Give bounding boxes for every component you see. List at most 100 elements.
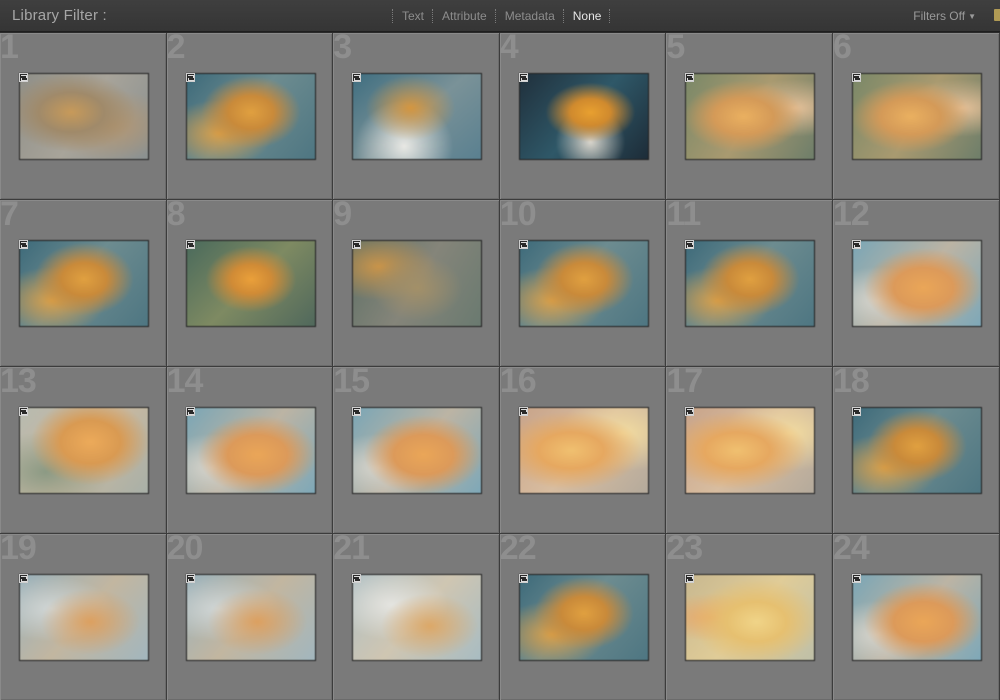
develop-adjustments-icon[interactable] [685, 240, 695, 249]
develop-adjustments-icon[interactable] [851, 240, 861, 249]
develop-adjustments-icon[interactable] [19, 240, 28, 249]
cell-index-number: 9 [333, 200, 352, 233]
grid-cell[interactable]: 18 [832, 367, 999, 533]
filter-mode-text[interactable]: Text [402, 9, 424, 23]
filter-presets-label: Filters Off [913, 9, 966, 23]
cell-index-number: 11 [666, 200, 701, 233]
photo-thumbnail[interactable] [851, 574, 982, 661]
grid-cell[interactable]: 24 [832, 534, 999, 700]
caret-down-icon: ▼ [968, 12, 976, 21]
develop-adjustments-icon[interactable] [352, 574, 362, 583]
develop-adjustments-icon[interactable] [518, 73, 528, 82]
develop-adjustments-icon[interactable] [185, 73, 195, 82]
develop-adjustments-icon[interactable] [685, 574, 695, 583]
photo-thumbnail[interactable] [518, 407, 649, 494]
photo-thumbnail[interactable] [185, 407, 316, 494]
photo-thumbnail[interactable] [19, 407, 149, 494]
photo-thumbnail[interactable] [851, 407, 982, 494]
develop-adjustments-icon[interactable] [185, 574, 195, 583]
grid-cell[interactable]: 23 [666, 534, 832, 700]
photo-thumbnail[interactable] [19, 574, 149, 661]
photo-thumbnail[interactable] [19, 240, 149, 327]
develop-adjustments-icon[interactable] [185, 240, 195, 249]
filter-mode-tabs: Text Attribute Metadata None [384, 8, 619, 24]
photo-thumbnail[interactable] [518, 73, 649, 160]
grid-cell[interactable]: 11 [666, 200, 832, 366]
develop-adjustments-icon[interactable] [518, 240, 528, 249]
filter-mode-attribute[interactable]: Attribute [442, 9, 487, 23]
cell-index-number: 7 [0, 200, 19, 233]
divider [562, 9, 565, 23]
develop-adjustments-icon[interactable] [851, 407, 861, 416]
cell-index-number: 10 [499, 200, 537, 233]
grid-cell[interactable]: 16 [499, 367, 666, 533]
develop-adjustments-icon[interactable] [851, 73, 861, 82]
cell-index-number: 3 [333, 33, 352, 66]
divider [494, 9, 497, 23]
cell-index-number: 21 [333, 534, 370, 567]
grid-cell[interactable]: 22 [499, 534, 666, 700]
cell-index-number: 14 [166, 367, 204, 400]
grid-cell[interactable]: 21 [333, 534, 499, 700]
photo-thumbnail[interactable] [518, 574, 649, 661]
photo-thumbnail[interactable] [851, 240, 982, 327]
photo-thumbnail[interactable] [352, 407, 483, 494]
divider [392, 9, 394, 23]
photo-thumbnail[interactable] [685, 73, 816, 160]
develop-adjustments-icon[interactable] [19, 73, 28, 82]
develop-adjustments-icon[interactable] [352, 240, 362, 249]
grid-cell[interactable]: 12 [832, 200, 999, 366]
cell-index-number: 22 [499, 534, 537, 567]
cell-index-number: 4 [499, 33, 519, 66]
grid-cell[interactable]: 6 [832, 33, 999, 199]
filter-mode-none[interactable]: None [573, 9, 602, 23]
grid-cell[interactable]: 19 [0, 534, 166, 700]
cell-index-number: 24 [832, 534, 870, 567]
grid-cell[interactable]: 20 [166, 534, 333, 700]
cell-index-number: 19 [0, 534, 37, 567]
develop-adjustments-icon[interactable] [518, 407, 528, 416]
grid-cell[interactable]: 17 [666, 367, 832, 533]
grid-cell[interactable]: 10 [499, 200, 666, 366]
grid-cell[interactable]: 4 [499, 33, 666, 199]
develop-adjustments-icon[interactable] [352, 407, 362, 416]
photo-thumbnail[interactable] [851, 73, 982, 160]
grid-cell[interactable]: 9 [333, 200, 499, 366]
filter-mode-metadata[interactable]: Metadata [505, 9, 555, 23]
grid-cell[interactable]: 5 [666, 33, 832, 199]
cell-index-number: 8 [166, 200, 186, 233]
photo-thumbnail[interactable] [185, 574, 316, 661]
develop-adjustments-icon[interactable] [685, 73, 695, 82]
photo-thumbnail[interactable] [685, 574, 816, 661]
photo-thumbnail[interactable] [352, 574, 483, 661]
cell-index-number: 18 [832, 367, 870, 400]
develop-adjustments-icon[interactable] [685, 407, 695, 416]
grid-cell[interactable]: 1 [0, 33, 166, 199]
grid-cell[interactable]: 8 [166, 200, 333, 366]
cell-index-number: 13 [0, 367, 37, 400]
photo-thumbnail[interactable] [518, 240, 649, 327]
develop-adjustments-icon[interactable] [851, 574, 861, 583]
develop-adjustments-icon[interactable] [352, 73, 362, 82]
develop-adjustments-icon[interactable] [518, 574, 528, 583]
cell-index-number: 15 [333, 367, 370, 400]
grid-cell[interactable]: 2 [166, 33, 333, 199]
photo-thumbnail[interactable] [352, 240, 483, 327]
photo-thumbnail[interactable] [685, 407, 816, 494]
photo-thumbnail[interactable] [352, 73, 483, 160]
grid-cell[interactable]: 7 [0, 200, 166, 366]
photo-thumbnail[interactable] [185, 73, 316, 160]
grid-cell[interactable]: 14 [166, 367, 333, 533]
lock-icon[interactable] [994, 9, 1000, 21]
develop-adjustments-icon[interactable] [19, 407, 28, 416]
grid-cell[interactable]: 15 [333, 367, 499, 533]
cell-index-number: 6 [832, 33, 852, 66]
develop-adjustments-icon[interactable] [185, 407, 195, 416]
filter-presets-dropdown[interactable]: Filters Off ▼ [913, 9, 976, 23]
photo-thumbnail[interactable] [685, 240, 816, 327]
grid-cell[interactable]: 13 [0, 367, 166, 533]
grid-cell[interactable]: 3 [333, 33, 499, 199]
photo-thumbnail[interactable] [185, 240, 316, 327]
photo-thumbnail[interactable] [19, 73, 149, 160]
develop-adjustments-icon[interactable] [19, 574, 28, 583]
